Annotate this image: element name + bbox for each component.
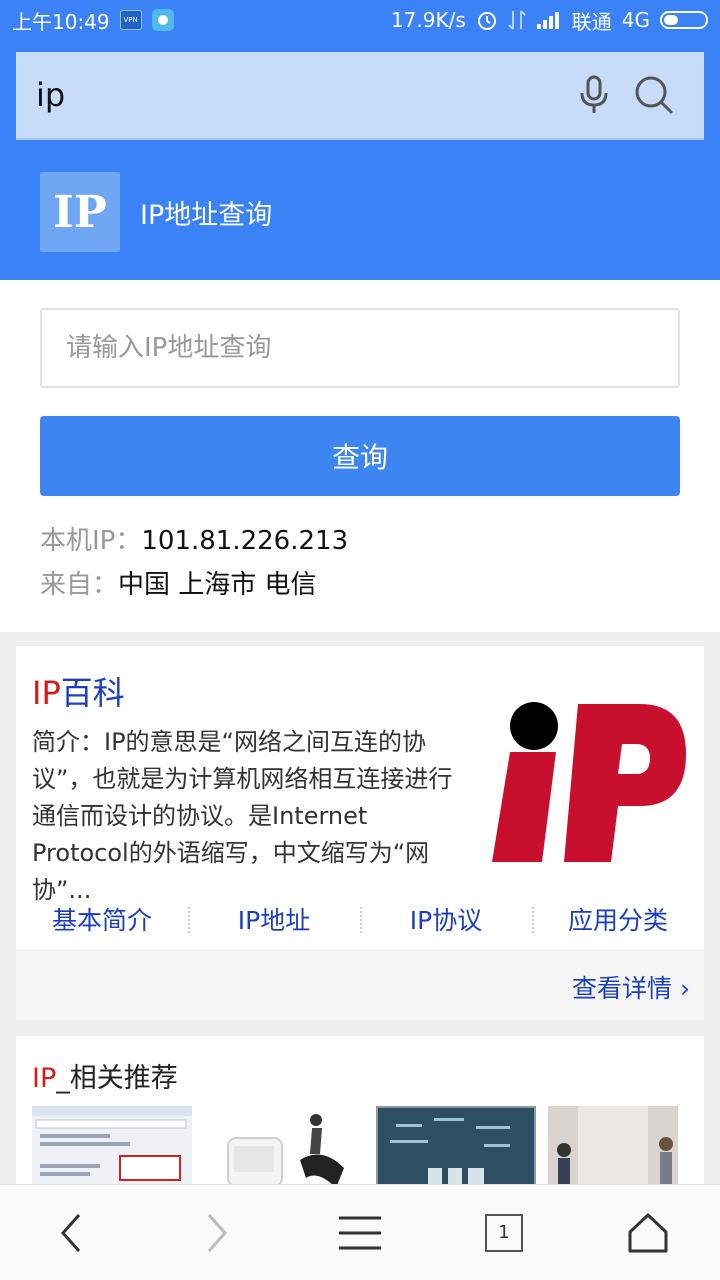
baike-footer: 查看详情 › <box>16 950 704 1020</box>
link-ip-address[interactable]: IP地址 <box>188 901 360 937</box>
status-time: 上午10:49 <box>12 9 110 34</box>
related-image-4[interactable] <box>548 1106 678 1196</box>
ip-logo: IP <box>40 172 120 252</box>
microphone-icon[interactable] <box>564 65 624 125</box>
link-app-category[interactable]: 应用分类 <box>532 901 704 937</box>
tab-count: 1 <box>485 1213 523 1252</box>
related-image-2[interactable] <box>204 1106 364 1196</box>
results-header: ip IP IP地址查询 <box>0 40 720 280</box>
baike-description[interactable]: 简介：IP的意思是“网络之间互连的协议”，也就是为计算机网络相互连接进行通信而设… <box>32 724 468 909</box>
baike-links: 基本简介 IP地址 IP协议 应用分类 <box>16 890 704 948</box>
related-image-3[interactable] <box>376 1106 536 1196</box>
ip-query-panel: 查询 本机IP：101.81.226.213 来自：中国 上海市 电信 <box>0 280 720 632</box>
vpn-icon: VPN <box>119 10 142 30</box>
ip-address-input[interactable] <box>40 308 680 388</box>
link-basic-intro[interactable]: 基本简介 <box>16 901 188 937</box>
related-card: IP_相关推荐 <box>16 1036 704 1196</box>
baike-title[interactable]: IP百科 <box>32 668 125 714</box>
ip-tool-header: IP IP地址查询 <box>40 172 272 252</box>
bottom-navigation: 1 <box>0 1184 720 1280</box>
search-query[interactable]: ip <box>36 76 564 114</box>
battery-icon <box>660 11 708 29</box>
carrier-name: 联通 <box>571 9 612 34</box>
search-bar[interactable]: ip <box>16 52 704 140</box>
menu-icon[interactable] <box>320 1193 400 1273</box>
forward-chevron-icon[interactable] <box>176 1193 256 1273</box>
related-thumbnails <box>32 1106 704 1196</box>
local-ip-line: 本机IP：101.81.226.213 <box>40 520 348 557</box>
data-transfer-icon <box>508 10 526 30</box>
alarm-icon <box>477 12 496 30</box>
app-notification-icon <box>151 9 174 31</box>
signal-icon <box>536 12 559 29</box>
ip-origin-line: 来自：中国 上海市 电信 <box>40 564 317 601</box>
local-ip-label: 本机IP： <box>40 526 142 556</box>
origin-label: 来自： <box>40 570 119 600</box>
status-bar: 上午10:49 VPN 17.9K/s 联通 4G <box>0 0 720 40</box>
tabs-button[interactable]: 1 <box>464 1193 544 1273</box>
view-details-link[interactable]: 查看详情 › <box>572 969 690 1005</box>
baike-card: IP百科 简介：IP的意思是“网络之间互连的协议”，也就是为计算机网络相互连接进… <box>16 646 704 1020</box>
search-icon[interactable] <box>624 65 684 125</box>
related-image-1[interactable] <box>32 1106 192 1196</box>
link-ip-protocol[interactable]: IP协议 <box>360 901 532 937</box>
local-ip-value: 101.81.226.213 <box>141 526 349 556</box>
related-title: IP_相关推荐 <box>32 1063 178 1094</box>
ip-tool-title[interactable]: IP地址查询 <box>140 193 272 232</box>
home-icon[interactable] <box>608 1193 688 1273</box>
network-type: 4G <box>621 8 650 32</box>
net-speed: 17.9K/s <box>390 8 466 32</box>
origin-value: 中国 上海市 电信 <box>118 570 317 600</box>
back-chevron-icon[interactable] <box>32 1193 112 1273</box>
query-button[interactable]: 查询 <box>40 416 680 496</box>
ip-logo-image[interactable] <box>490 672 690 872</box>
